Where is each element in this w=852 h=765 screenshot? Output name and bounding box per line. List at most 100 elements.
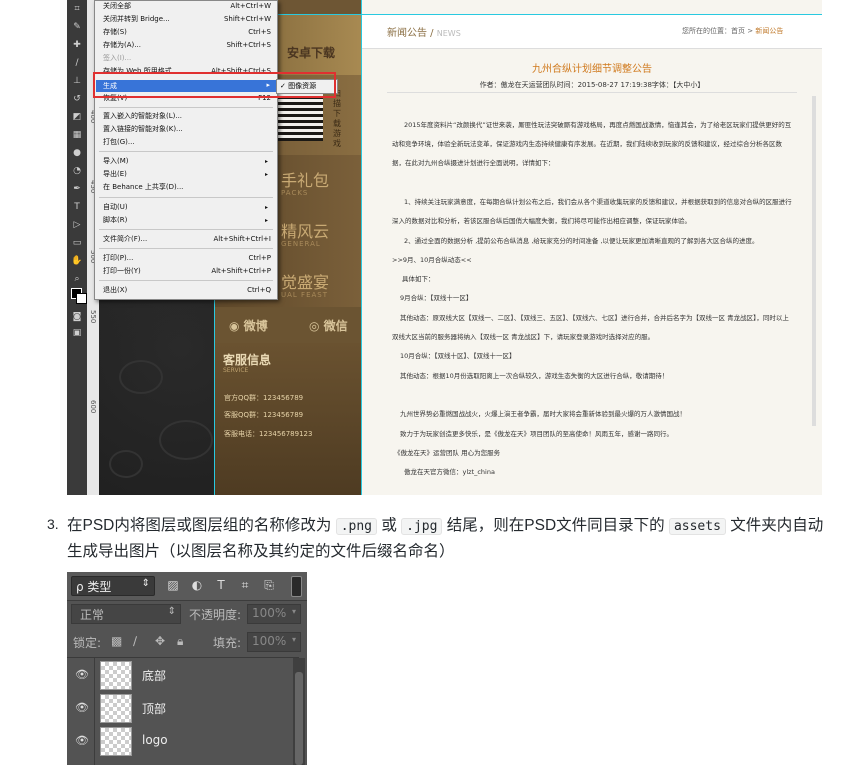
layer-name[interactable]: 底部 [142,667,166,684]
article-paragraph: 致力于为玩家创造更多快乐，是《傲龙在天》项目团队的至高使命！风雨五年，感谢一路同… [400,430,673,438]
menu-item-label: 导出(E) [103,170,127,178]
menu-item-shortcut: Alt+Shift+Ctrl+I [213,235,271,243]
photoshop-screenshot: ⌗ ✎ ✚ ∕ ⊥ ↺ ◩ ▦ ● ◔ ✒ T ▷ ▭ ✋ ⌕ ◙ ▣ 400 … [67,0,822,495]
menu-item-label: 打印(P)... [103,254,134,262]
menu-item-close-all[interactable]: 关闭全部 Alt+Ctrl+W [103,1,271,12]
layer-row[interactable]: 👁︎ 底部 [67,658,291,692]
gradient-tool-icon[interactable]: ▦ [71,130,83,141]
menu-item-shortcut: Ctrl+Q [247,286,271,294]
opacity-input[interactable]: 100% ▾ [247,604,301,624]
screen-mode-icon[interactable]: ▣ [71,328,83,339]
menu-item-label: 自动(U) [103,203,128,211]
layer-kind-filter[interactable]: ρ 类型 ⇕ [71,576,155,596]
lock-all-icon[interactable]: 🔒︎ [177,634,183,649]
weixin-link[interactable]: ◎ 微信 [309,317,348,334]
step-text-or: 或 [381,517,397,534]
fill-label: 填充: [213,636,242,650]
brush-tool-icon[interactable]: ∕ [71,58,83,69]
submenu-arrow-icon: ▸ [264,204,268,211]
healing-tool-icon[interactable]: ✚ [71,40,83,51]
visibility-eye-icon[interactable]: 👁︎ [75,734,89,747]
layers-scroll-thumb[interactable] [295,672,303,765]
menu-item-scripts[interactable]: 脚本(R) ▸ [103,215,271,226]
android-download-label: 安卓下载 [287,46,336,60]
step-text-before: 在PSD内将图层或图层组的名称修改为 [67,517,332,534]
eye-column-divider [94,724,95,757]
menu-item-label: 文件简介(F)... [103,235,148,243]
smart-object-filter-icon[interactable]: ⎘ [261,577,277,593]
menu-item-save[interactable]: 存储(S) Ctrl+S [103,27,271,38]
stamp-tool-icon[interactable]: ⊥ [71,76,83,87]
article-paragraph: 10月合纵：【双线十区】、【双线十一区】 [400,352,516,360]
menu-item-share-behance[interactable]: 在 Behance 上共享(D)... [103,182,271,193]
shape-tool-icon[interactable]: ▭ [71,238,83,249]
layer-thumbnail [100,727,132,756]
fill-input[interactable]: 100% ▾ [247,632,301,652]
menu-item-print-one[interactable]: 打印一份(Y) Alt+Shift+Ctrl+P [103,266,271,277]
visibility-eye-icon[interactable]: 👁︎ [75,668,89,681]
menu-separator [99,280,273,281]
menu-item-print[interactable]: 打印(P)... Ctrl+P [103,253,271,264]
menu-separator [99,229,273,230]
lock-transparency-icon[interactable]: ▩ [111,634,122,648]
blur-tool-icon[interactable]: ● [71,148,83,159]
menu-item-label: 签入(I)... [103,54,132,62]
lock-pixels-icon[interactable]: ∕ [133,634,137,648]
menu-item-shortcut: Alt+Ctrl+W [230,2,271,10]
shape-filter-icon[interactable]: ⌗ [237,577,253,593]
dodge-tool-icon[interactable]: ◔ [71,166,83,177]
eyedropper-tool-icon[interactable]: ✎ [71,22,83,33]
layer-row[interactable]: 👁︎ 顶部 [67,691,291,725]
layers-panel: ρ 类型 ⇕ ▨ ◐ T ⌗ ⎘ 正常 ⇕ 不透明度: 100% ▾ 锁定: ▩… [67,572,307,765]
menu-item-label: 置入嵌入的智能对象(L)... [103,112,183,120]
service-subtitle: SERVICE [223,367,249,374]
visibility-eye-icon[interactable]: 👁︎ [75,701,89,714]
pen-tool-icon[interactable]: ✒ [71,184,83,195]
article-paragraph: 1、持续关注玩家满意度，在每期合纵计划公布之后，我们会从各个渠道收集玩家的反馈和… [392,198,792,225]
layer-name[interactable]: 顶部 [142,700,166,717]
layer-row[interactable] [67,757,291,765]
layer-name[interactable]: logo [142,733,168,747]
menu-item-import[interactable]: 导入(M) ▸ [103,156,271,167]
eraser-tool-icon[interactable]: ◩ [71,112,83,123]
adjustment-filter-icon[interactable]: ◐ [189,577,205,593]
blend-mode-select[interactable]: 正常 ⇕ [71,604,181,624]
pixel-filter-icon[interactable]: ▨ [165,577,181,593]
blend-mode-label: 正常 [80,608,105,622]
breadcrumb-home[interactable]: 首页 [731,27,745,35]
menu-item-export[interactable]: 导出(E) ▸ [103,169,271,180]
quick-mask-icon[interactable]: ◙ [71,312,83,323]
article-paragraph: 具体如下： [402,275,435,283]
type-tool-icon[interactable]: T [71,202,83,213]
lock-label: 锁定: [73,636,102,650]
lock-position-icon[interactable]: ✥ [155,634,165,648]
hand-tool-icon[interactable]: ✋ [71,256,83,267]
type-filter-icon[interactable]: T [213,577,229,593]
pack-title: 手礼包 [281,171,330,190]
layer-row[interactable]: 👁︎ logo [67,724,291,758]
menu-item-label: 打印一份(Y) [103,267,141,275]
article-scrollbar[interactable] [812,96,816,426]
service-info-block: 客服信息 SERVICE 官方QQ群：123456789 客服QQ群：12345… [215,343,362,495]
menu-item-place-embedded[interactable]: 置入嵌入的智能对象(L)... [103,111,271,122]
tools-panel: ⌗ ✎ ✚ ∕ ⊥ ↺ ◩ ▦ ● ◔ ✒ T ▷ ▭ ✋ ⌕ ◙ ▣ [67,0,88,495]
menu-item-file-info[interactable]: 文件简介(F)... Alt+Shift+Ctrl+I [103,234,271,245]
menu-item-save-as[interactable]: 存储为(A)... Shift+Ctrl+S [103,40,271,51]
history-brush-icon[interactable]: ↺ [71,94,83,105]
menu-item-place-linked[interactable]: 置入链接的智能对象(K)... [103,124,271,135]
path-select-icon[interactable]: ▷ [71,220,83,231]
social-links: ◉ 微博 ◎ 微信 [215,307,362,344]
menu-item-exit[interactable]: 退出(X) Ctrl+Q [103,285,271,296]
pack-subtitle: PACKS [281,189,309,197]
weixin-label: 微信 [323,319,348,333]
article-paragraph: 2、通过全面的数据分析 ,提前公布合纵消息 ,给玩家充分的时间准备 ,以便让玩家… [404,237,759,245]
zoom-tool-icon[interactable]: ⌕ [71,274,83,285]
filter-toggle-switch[interactable] [291,576,302,597]
menu-item-label: 存储为(A)... [103,41,141,49]
weibo-link[interactable]: ◉ 微博 [229,317,268,334]
menu-item-package[interactable]: 打包(G)... [103,137,271,148]
crop-tool-icon[interactable]: ⌗ [71,4,83,15]
menu-item-automate[interactable]: 自动(U) ▸ [103,202,271,213]
menu-item-close-go-bridge[interactable]: 关闭并转到 Bridge... Shift+Ctrl+W [103,14,271,25]
background-color-swatch[interactable] [76,293,87,304]
